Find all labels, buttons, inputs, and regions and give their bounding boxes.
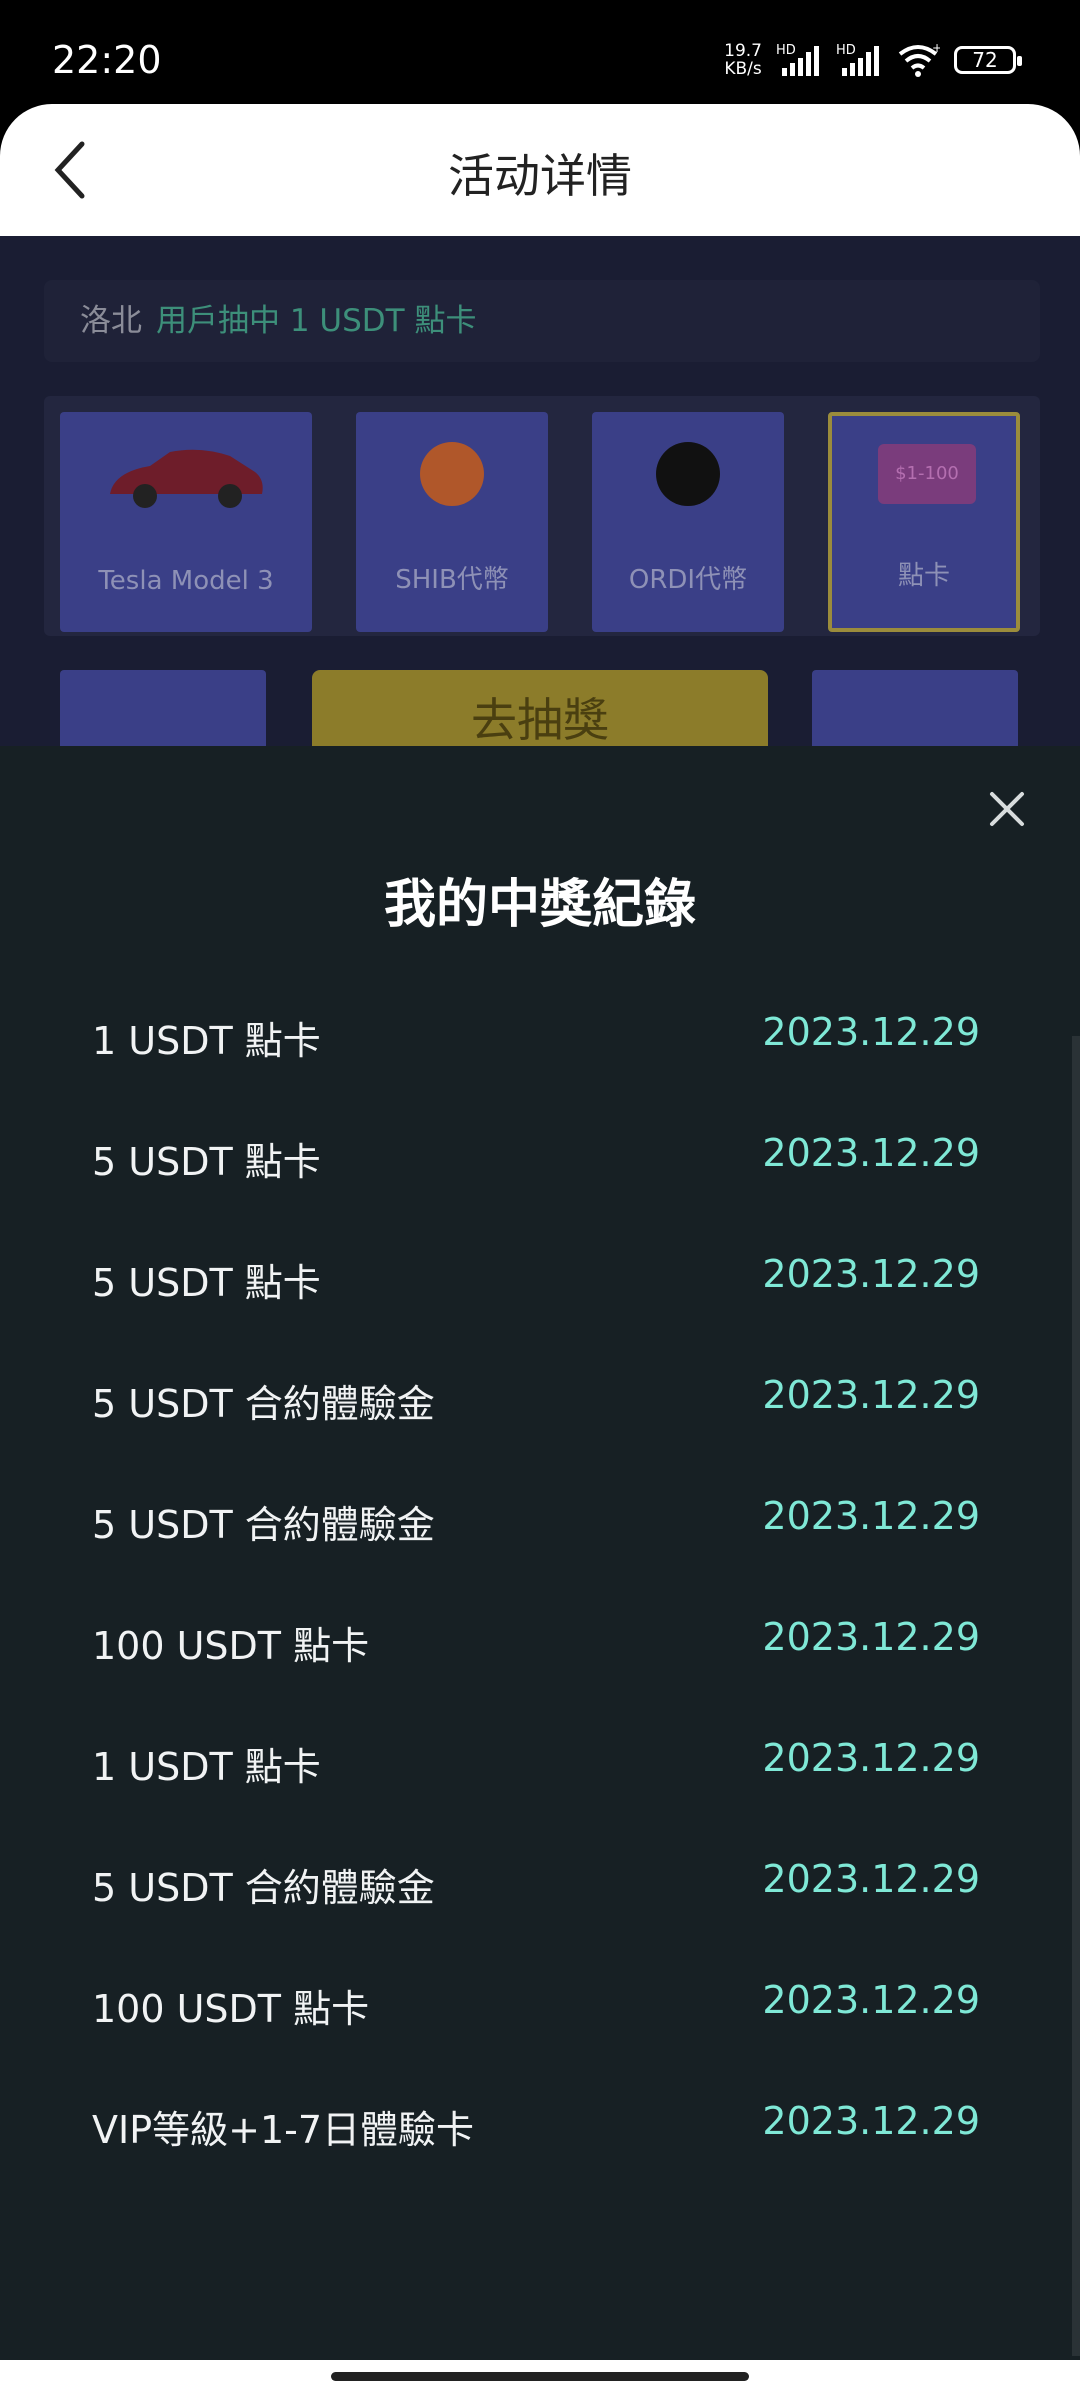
- close-icon: [990, 792, 1024, 826]
- record-name: 1 USDT 點卡: [92, 1745, 321, 1789]
- hd-label: HD: [836, 43, 856, 58]
- record-name: VIP等級+1-7日體驗卡: [92, 2108, 475, 2152]
- prize-label: 點卡: [897, 561, 950, 591]
- record-date: 2023.12.29: [762, 1736, 980, 1780]
- record-name: 5 USDT 點卡: [92, 1261, 321, 1305]
- svg-text:+: +: [932, 42, 940, 55]
- record-row: 5 USDT 合約體驗金 2023.12.29: [0, 1345, 1080, 1466]
- record-name: 1 USDT 點卡: [92, 1019, 321, 1063]
- record-date: 2023.12.29: [762, 1252, 980, 1296]
- record-date: 2023.12.29: [762, 1494, 980, 1538]
- record-row: 1 USDT 點卡 2023.12.29: [0, 1708, 1080, 1829]
- winner-ticker: 洛北 用戶抽中 1 USDT 點卡: [44, 280, 1040, 362]
- car-icon: [110, 449, 263, 508]
- prize-card-ticket[interactable]: [812, 670, 1018, 746]
- record-date: 2023.12.29: [762, 1131, 980, 1175]
- record-name: 5 USDT 合約體驗金: [92, 1382, 435, 1426]
- ticker-user: 洛北: [80, 303, 142, 339]
- record-name: 5 USDT 合約體驗金: [92, 1866, 435, 1910]
- record-row: 100 USDT 點卡 2023.12.29: [0, 1950, 1080, 2071]
- status-bar: 22:20 19.7 KB/s HD HD + 72: [0, 0, 1080, 104]
- page-title: 活动详情: [448, 149, 632, 203]
- draw-button[interactable]: 去抽獎: [312, 670, 768, 746]
- close-button[interactable]: [984, 786, 1030, 832]
- prize-record-sheet: 我的中獎紀錄 1 USDT 點卡 2023.12.29 5 USDT 點卡 2023…: [0, 746, 1080, 2360]
- status-time: 22:20: [52, 38, 162, 82]
- prize-grid: Tesla Model 3 SHIB代幣 ORDI代幣 $1-100 點卡: [44, 396, 1040, 636]
- record-row: 5 USDT 點卡 2023.12.29: [0, 1224, 1080, 1345]
- network-speed: 19.7 KB/s: [724, 41, 762, 79]
- sheet-title: 我的中獎紀錄: [383, 875, 696, 935]
- wifi-icon: +: [898, 42, 940, 77]
- record-row: 1 USDT 點卡 2023.12.29: [0, 982, 1080, 1103]
- scrollbar[interactable]: [1072, 1036, 1080, 2356]
- record-date: 2023.12.29: [762, 2099, 980, 2143]
- record-date: 2023.12.29: [762, 1978, 980, 2022]
- ticker-message: 用戶抽中 1 USDT 點卡: [156, 303, 477, 339]
- record-name: 100 USDT 點卡: [92, 1987, 370, 2031]
- prize-card-tesla[interactable]: Tesla Model 3: [60, 412, 312, 632]
- record-date: 2023.12.29: [762, 1373, 980, 1417]
- record-name: 5 USDT 點卡: [92, 1140, 321, 1184]
- prize-card-shib[interactable]: SHIB代幣: [356, 412, 548, 632]
- prize-label: ORDI代幣: [628, 565, 748, 595]
- prize-label: SHIB代幣: [395, 565, 509, 595]
- prize-card-point-card[interactable]: $1-100 點卡: [828, 412, 1020, 632]
- point-card-badge: $1-100: [878, 444, 976, 504]
- record-row: 5 USDT 合約體驗金 2023.12.29: [0, 1466, 1080, 1587]
- hd-label: HD: [776, 43, 796, 58]
- record-row: 5 USDT 點卡 2023.12.29: [0, 1103, 1080, 1224]
- record-row: 5 USDT 合約體驗金 2023.12.29: [0, 1829, 1080, 1950]
- record-list: 1 USDT 點卡 2023.12.29 5 USDT 點卡 2023.12.29 …: [0, 982, 1080, 2192]
- record-row: VIP等級+1-7日體驗卡 2023.12.29: [0, 2071, 1080, 2192]
- status-icons: 19.7 KB/s HD HD + 72: [724, 40, 1022, 80]
- signal-icon-2: HD: [836, 43, 879, 76]
- record-name: 100 USDT 點卡: [92, 1624, 370, 1668]
- activity-page-background: 洛北 用戶抽中 1 USDT 點卡 Tesla Model 3 SHIB代幣 OR…: [0, 236, 1080, 746]
- battery-icon: 72: [954, 46, 1022, 74]
- record-name: 5 USDT 合約體驗金: [92, 1503, 435, 1547]
- app-header: 活动详情: [0, 104, 1080, 236]
- prize-card-crown[interactable]: [60, 670, 266, 746]
- prize-card-ordi[interactable]: ORDI代幣: [592, 412, 784, 632]
- signal-icon: HD: [776, 43, 819, 76]
- home-indicator[interactable]: [331, 2372, 749, 2381]
- prize-label: Tesla Model 3: [98, 566, 274, 596]
- ordi-coin-icon: [656, 442, 720, 506]
- shib-coin-icon: [420, 442, 484, 506]
- record-row: 100 USDT 點卡 2023.12.29: [0, 1587, 1080, 1708]
- record-date: 2023.12.29: [762, 1010, 980, 1054]
- record-date: 2023.12.29: [762, 1615, 980, 1659]
- record-date: 2023.12.29: [762, 1857, 980, 1901]
